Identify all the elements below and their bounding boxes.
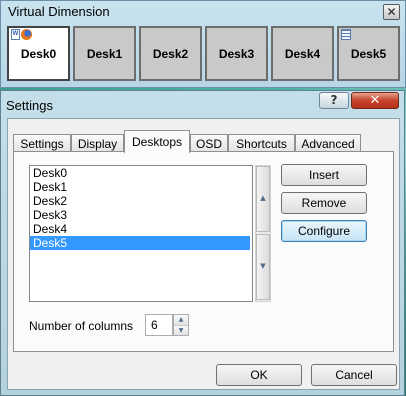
tab-osd-label: OSD [195, 136, 222, 151]
list-item[interactable]: Desk4 [30, 222, 250, 236]
arrow-up-icon: ▲ [178, 316, 184, 323]
desk-pager: W Desk0 Desk1 Desk2 Desk3 Desk4 Desk5 [7, 26, 403, 82]
columns-spinner[interactable]: ▲ ▼ [173, 314, 189, 336]
spin-up-button[interactable]: ▲ [174, 315, 188, 325]
desk-1-label: Desk1 [86, 46, 123, 61]
tab-display-label: Display [77, 136, 118, 151]
list-item[interactable]: Desk3 [30, 208, 250, 222]
insert-button-label: Insert [308, 168, 339, 182]
arrow-down-icon: ▼ [260, 262, 266, 270]
desk-0-window-icons: W [11, 29, 32, 40]
tab-osd[interactable]: OSD [190, 134, 228, 152]
arrow-down-icon: ▼ [178, 327, 184, 334]
help-button[interactable]: ? [319, 92, 349, 109]
settings-titlebar[interactable]: Settings ? ✕ [1, 91, 404, 118]
list-item[interactable]: Desk1 [30, 180, 250, 194]
close-icon: ✕ [369, 93, 381, 108]
tab-advanced-label: Advanced [301, 136, 355, 151]
desk-2-cell[interactable]: Desk2 [139, 26, 202, 81]
firefox-icon[interactable] [21, 29, 32, 40]
desk-5-cell[interactable]: Desk5 [337, 26, 400, 81]
spreadsheet-icon[interactable] [341, 29, 351, 40]
insert-button[interactable]: Insert [281, 164, 367, 186]
remove-button-label: Remove [301, 196, 347, 210]
tab-shortcuts-label: Shortcuts [236, 136, 287, 151]
tab-desktops[interactable]: Desktops [124, 130, 190, 153]
cancel-button-label: Cancel [335, 368, 373, 382]
settings-close-button[interactable]: ✕ [351, 92, 399, 109]
settings-title: Settings [6, 98, 53, 113]
desktops-tab-panel: Desk0 Desk1 Desk2 Desk3 Desk4 Desk5 ▲ ▼ … [13, 151, 394, 352]
settings-dialog: Settings ? ✕ Settings Display Desktops O… [0, 90, 405, 396]
spin-down-button[interactable]: ▼ [174, 325, 188, 335]
desk-2-label: Desk2 [152, 46, 189, 61]
settings-client-area: Settings Display Desktops OSD Shortcuts … [7, 118, 400, 390]
configure-button-label: Configure [297, 224, 351, 238]
desk-5-label: Desk5 [350, 46, 387, 61]
columns-label: Number of columns [29, 319, 134, 333]
remove-button[interactable]: Remove [281, 192, 367, 214]
scroll-down-button[interactable]: ▼ [256, 234, 270, 300]
desk-1-cell[interactable]: Desk1 [73, 26, 136, 81]
tab-advanced[interactable]: Advanced [295, 134, 361, 152]
tab-shortcuts[interactable]: Shortcuts [228, 134, 295, 152]
list-scrollbar[interactable]: ▲ ▼ [255, 165, 271, 302]
vd-window-title: Virtual Dimension [8, 4, 110, 19]
configure-button[interactable]: Configure [281, 220, 367, 242]
help-icon: ? [330, 93, 338, 107]
list-item[interactable]: Desk0 [30, 166, 250, 180]
vd-titlebar[interactable]: Virtual Dimension ✕ [1, 1, 405, 23]
tab-desktops-label: Desktops [131, 135, 183, 149]
scroll-up-button[interactable]: ▲ [256, 166, 270, 232]
tab-settings-label: Settings [20, 136, 64, 151]
desk-4-label: Desk4 [284, 46, 321, 61]
columns-input[interactable]: 6 [145, 314, 173, 336]
tab-display[interactable]: Display [71, 134, 124, 152]
vd-close-button[interactable]: ✕ [383, 4, 400, 20]
desktops-listbox[interactable]: Desk0 Desk1 Desk2 Desk3 Desk4 Desk5 [29, 165, 253, 302]
ok-button-label: OK [250, 368, 268, 382]
ok-button[interactable]: OK [216, 364, 302, 386]
desk-0-cell[interactable]: W Desk0 [7, 26, 70, 81]
virtual-dimension-window: Virtual Dimension ✕ W Desk0 Desk1 Desk2 … [0, 0, 406, 88]
arrow-up-icon: ▲ [260, 194, 266, 202]
tab-settings[interactable]: Settings [13, 134, 71, 152]
close-icon: ✕ [386, 5, 397, 19]
cancel-button[interactable]: Cancel [311, 364, 397, 386]
list-item[interactable]: Desk2 [30, 194, 250, 208]
list-item-selected[interactable]: Desk5 [30, 236, 250, 250]
document-icon[interactable]: W [11, 29, 20, 40]
desk-0-label: Desk0 [20, 46, 57, 61]
desk-3-cell[interactable]: Desk3 [205, 26, 268, 81]
desk-4-cell[interactable]: Desk4 [271, 26, 334, 81]
desk-3-label: Desk3 [218, 46, 255, 61]
